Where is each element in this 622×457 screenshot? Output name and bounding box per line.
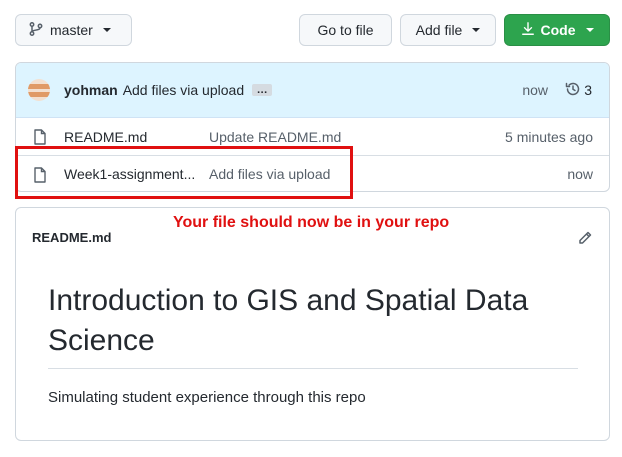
readme-panel: README.md Your file should now be in you… [15,207,610,441]
branch-select-button[interactable]: master [15,14,132,46]
chevron-down-icon [102,28,111,32]
expand-commit-button[interactable]: … [252,84,273,96]
history-link[interactable]: 3 [565,81,592,100]
add-file-label: Add file [415,22,463,38]
add-file-button[interactable]: Add file [400,14,496,46]
go-to-file-label: Go to file [317,22,374,38]
history-icon [565,81,581,100]
git-branch-icon [28,21,44,40]
heading-divider [48,368,578,369]
annotation-text: Your file should now be in your repo [173,214,450,231]
file-name[interactable]: README.md [64,129,196,145]
commit-author[interactable]: yohman [64,82,118,98]
file-age: 5 minutes ago [505,128,593,145]
go-to-file-button[interactable]: Go to file [299,14,392,46]
code-label: Code [540,22,576,38]
highlight-box [15,146,353,199]
commit-time[interactable]: now [522,82,548,98]
readme-filename[interactable]: README.md [32,230,111,245]
chevron-down-icon [585,28,594,32]
pencil-icon[interactable] [577,230,593,251]
readme-heading: Introduction to GIS and Spatial Data Sci… [48,284,529,357]
file-commit-message[interactable]: Update README.md [209,129,341,145]
code-button[interactable]: Code [504,14,610,46]
commit-count: 3 [584,82,592,98]
branch-name: master [50,22,93,38]
download-icon [521,21,535,39]
latest-commit-bar: yohman Add files via upload … now 3 [16,63,609,118]
commit-message[interactable]: Add files via upload [123,82,244,98]
readme-description: Simulating student experience through th… [48,389,366,406]
chevron-down-icon [472,28,481,32]
avatar[interactable] [28,79,50,101]
file-age: now [567,166,593,182]
